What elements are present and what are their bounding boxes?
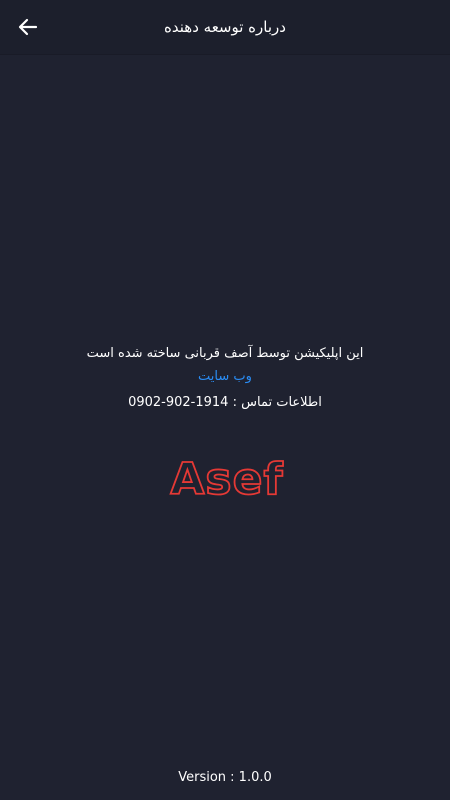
asef-logo: Asef	[165, 453, 289, 506]
app-bar: درباره توسعه دهنده	[0, 0, 450, 55]
developer-info: این اپلیکیشن توسط آصف قربانی ساخته شده ا…	[0, 343, 450, 414]
contact-label: اطلاعات تماس :	[232, 395, 322, 410]
made-by-text: این اپلیکیشن توسط آصف قربانی ساخته شده ا…	[86, 346, 364, 361]
contact-phone[interactable]: 0902-902-1914	[128, 395, 228, 410]
version-label: Version : 1.0.0	[178, 770, 272, 785]
logo-text: Asef	[170, 454, 283, 504]
website-link[interactable]: وب سایت	[198, 366, 252, 388]
contact-info: اطلاعات تماس : 0902-902-1914	[0, 392, 450, 414]
page-title: درباره توسعه دهنده	[164, 18, 286, 36]
